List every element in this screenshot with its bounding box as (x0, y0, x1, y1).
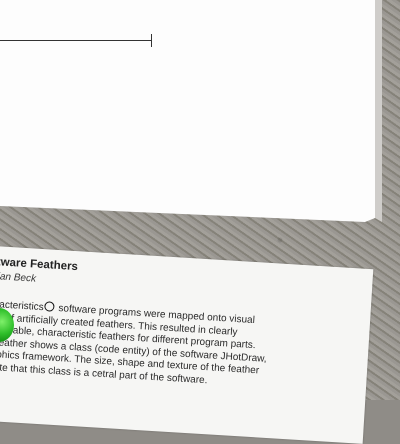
ring-icon (44, 301, 56, 312)
timeline-end-tick (151, 34, 152, 47)
info-card: ftware Feathers bian Beck aracteristics … (0, 246, 374, 444)
card-description: aracteristics software programs were map… (0, 298, 330, 395)
card-author: bian Beck (0, 270, 37, 285)
card-title: ftware Feathers (0, 255, 79, 274)
timeline-line (0, 40, 152, 41)
